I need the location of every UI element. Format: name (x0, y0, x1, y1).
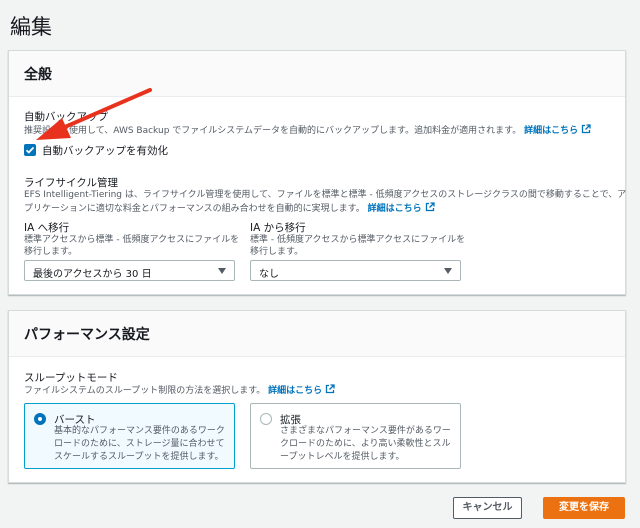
ia-out-label: IA から移行 (250, 222, 306, 234)
throughput-mode-label: スループットモード (24, 372, 118, 384)
performance-panel: パフォーマンス設定 スループットモード ファイルシステムのスループット制限の方法… (8, 310, 626, 483)
auto-backup-label: 自動バックアップ (24, 111, 108, 123)
elastic-option-description: さまざまなパフォーマンス要件があるワークロードのために、より高い柔軟性とスループ… (280, 426, 451, 462)
auto-backup-description: 推奨設定を使用して、AWS Backup でファイルシステムデータを自動的にバッ… (24, 124, 591, 138)
radio-button-selected[interactable] (34, 413, 46, 425)
cancel-button[interactable]: キャンセル (453, 497, 522, 519)
auto-backup-checkbox-label[interactable]: 自動バックアップを有効化 (42, 143, 168, 158)
auto-backup-checkbox[interactable] (24, 144, 36, 156)
bursting-option-description: 基本的なパフォーマンス要件のあるワークロードのために、ストレージ量に合わせてスケ… (54, 426, 225, 462)
caret-down-icon (218, 268, 226, 274)
lifecycle-description-line1: EFS Intelligent-Tiering は、ライフサイクル管理を使用して… (24, 190, 627, 200)
external-link-icon (326, 384, 335, 394)
page-title: 編集 (10, 15, 52, 39)
throughput-option-elastic[interactable]: 拡張 さまざまなパフォーマンス要件があるワークロードのために、より高い柔軟性とス… (250, 403, 461, 469)
caret-down-icon (444, 268, 452, 274)
external-link-icon (425, 202, 435, 212)
throughput-mode-description: ファイルシステムのスループット制限の方法を選択します。 詳細はこちら (24, 384, 335, 398)
ia-in-select-value: 最後のアクセスから 30 日 (33, 269, 152, 280)
lifecycle-label: ライフサイクル管理 (24, 177, 118, 189)
ia-out-description-line2: 移行します。 (250, 247, 304, 257)
performance-panel-header: パフォーマンス設定 (9, 311, 625, 357)
checkmark-icon (25, 146, 35, 154)
ia-in-label: IA へ移行 (24, 222, 70, 234)
lifecycle-description-line2: プリケーションに適切な料金とパフォーマンスの組み合わせを自動的に実現します。 詳… (24, 202, 435, 216)
ia-out-select[interactable]: なし (250, 260, 461, 281)
auto-backup-learn-more-link[interactable]: 詳細はこちら (524, 124, 591, 136)
radio-button[interactable] (260, 413, 272, 425)
general-panel-header: 全般 (9, 51, 625, 97)
throughput-option-bursting[interactable]: バースト 基本的なパフォーマンス要件のあるワークロードのために、ストレージ量に合… (24, 403, 235, 469)
ia-in-description-line2: 移行します。 (24, 247, 78, 257)
general-panel: 全般 自動バックアップ 推奨設定を使用して、AWS Backup でファイルシス… (8, 50, 626, 295)
external-link-icon (581, 124, 591, 134)
save-changes-button[interactable]: 変更を保存 (543, 497, 625, 519)
ia-in-select[interactable]: 最後のアクセスから 30 日 (24, 260, 235, 281)
lifecycle-learn-more-link[interactable]: 詳細はこちら (368, 202, 435, 214)
general-panel-title: 全般 (24, 67, 52, 83)
ia-out-select-value: なし (259, 269, 279, 280)
performance-panel-title: パフォーマンス設定 (24, 327, 150, 343)
throughput-learn-more-link[interactable]: 詳細はこちら (268, 384, 335, 396)
